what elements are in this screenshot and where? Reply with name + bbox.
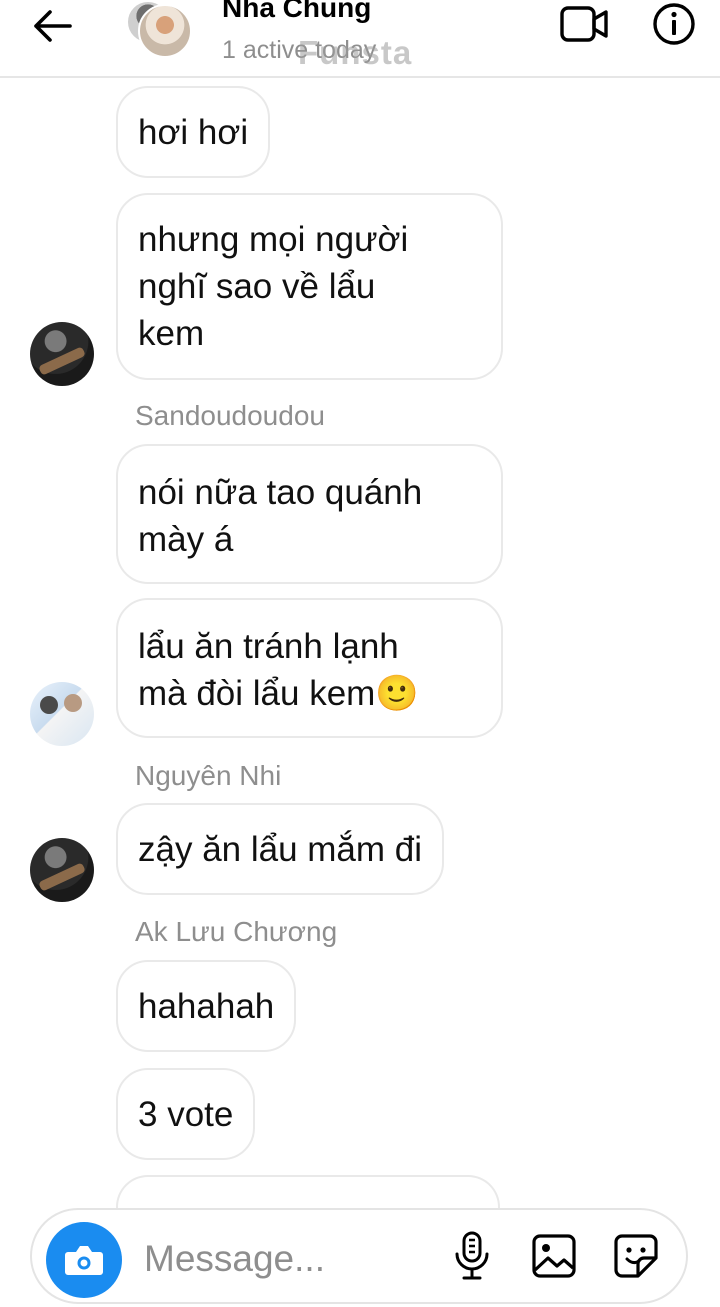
message-input[interactable] — [144, 1234, 434, 1284]
group-avatar[interactable] — [126, 0, 194, 58]
message-text: kem — [138, 314, 205, 353]
message-text: mày á — [138, 520, 234, 559]
message-text: lẩu ăn tránh lạnh — [138, 627, 399, 666]
chat-header: Nha Chung 1 active today Funsta — [0, 0, 720, 78]
watermark: Funsta — [298, 34, 413, 71]
voice-message-button[interactable] — [452, 1230, 492, 1282]
conversation-title[interactable]: Nha Chung — [222, 0, 371, 24]
message-bubble[interactable]: zậy ăn lẩu mắm đi — [116, 803, 445, 895]
microphone-icon — [455, 1231, 489, 1280]
sender-name: Sandoudoudou — [135, 400, 325, 431]
message-bubble[interactable]: lẩu ăn tránh lạnh mà đòi lẩu kem🙂 — [116, 598, 503, 738]
message-text: mà đòi lẩu kem🙂 — [138, 674, 419, 713]
message-text: hơi hơi — [138, 113, 249, 152]
sender-name: Ak Lưu Chương — [135, 916, 338, 947]
message-bubble[interactable]: 3 vote — [116, 1068, 256, 1160]
sender-name: Nguyên Nhi — [135, 760, 282, 791]
message-text: hahahah — [138, 987, 275, 1026]
info-icon — [653, 3, 695, 45]
video-call-button[interactable] — [560, 4, 610, 44]
image-icon — [532, 1234, 576, 1278]
avatar[interactable] — [30, 838, 94, 902]
camera-button[interactable] — [46, 1222, 122, 1298]
video-camera-icon — [560, 6, 608, 42]
arrow-left-icon — [34, 10, 72, 42]
info-button[interactable] — [652, 2, 696, 46]
camera-icon — [65, 1246, 103, 1275]
message-bubble[interactable]: nhưng mọi người nghĩ sao về lẩu kem — [116, 193, 503, 380]
message-bubble[interactable]: nói nữa tao quánh mày á — [116, 444, 503, 584]
message-text: nhưng mọi người — [138, 220, 409, 259]
message-text: 3 vote — [138, 1095, 234, 1134]
message-bubble[interactable]: hahahah — [116, 960, 297, 1052]
sticker-button[interactable] — [612, 1232, 660, 1280]
back-button[interactable] — [30, 8, 74, 44]
message-text: nói nữa tao quánh — [138, 473, 423, 512]
avatar[interactable] — [30, 322, 94, 386]
avatar[interactable] — [30, 682, 94, 746]
message-text: zậy ăn lẩu mắm đi — [138, 830, 423, 869]
sticker-icon — [614, 1234, 658, 1278]
message-composer — [30, 1208, 688, 1304]
avatar — [138, 4, 192, 58]
message-bubble[interactable]: hơi hơi — [116, 86, 271, 178]
gallery-button[interactable] — [530, 1232, 578, 1280]
message-text: nghĩ sao về lẩu — [138, 267, 376, 306]
